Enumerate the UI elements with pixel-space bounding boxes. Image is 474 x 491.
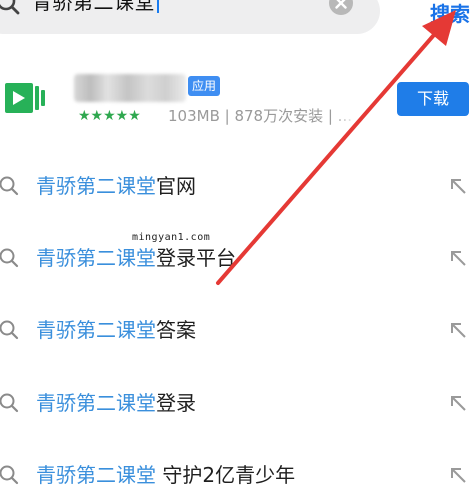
suggestion-query: 青骄第二课堂 [36,246,156,270]
suggestion-text: 青骄第二课堂登录平台 [36,244,236,272]
suggestion-completion: 登录平台 [156,246,236,270]
suggestion-completion: 登录 [156,391,196,415]
search-icon [0,393,19,413]
suggestion-item[interactable]: 青骄第二课堂 守护2亿青少年 [0,447,474,491]
search-icon [0,465,19,485]
app-type-badge: 应用 [188,76,220,96]
arrow-up-left-icon[interactable] [448,320,468,340]
text-caret [157,0,159,13]
suggestion-text: 青骄第二课堂答案 [36,316,196,344]
suggestion-text: 青骄第二课堂登录 [36,389,196,417]
suggestion-item[interactable]: 青骄第二课堂登录平台 [0,230,474,286]
suggestion-text: 青骄第二课堂官网 [36,172,196,200]
watermark-text: mingyan1.com [132,232,211,243]
search-icon [0,0,20,15]
suggestion-completion: 答案 [156,318,196,342]
arrow-up-left-icon[interactable] [448,465,468,485]
suggestion-query: 青骄第二课堂 [36,174,156,198]
search-submit-button[interactable]: 搜索 [430,0,470,30]
download-button[interactable]: 下载 [397,82,469,116]
search-icon [0,176,19,196]
app-video-icon [5,83,45,113]
clear-icon[interactable] [328,0,354,16]
suggestion-completion: 守护2亿青少年 [156,463,296,487]
suggestion-item[interactable]: 青骄第二课堂答案 [0,302,474,358]
suggestion-completion: 官网 [156,174,196,198]
meta-fade-overlay [330,104,370,128]
suggestion-query: 青骄第二课堂 [36,463,156,487]
arrow-up-left-icon[interactable] [448,248,468,268]
suggestion-item[interactable]: 青骄第二课堂官网 [0,158,474,214]
search-bar[interactable]: 青骄第二课堂 [0,0,380,34]
arrow-up-left-icon[interactable] [448,393,468,413]
suggestion-query: 青骄第二课堂 [36,318,156,342]
suggestion-query: 青骄第二课堂 [36,391,156,415]
search-icon [0,248,19,268]
app-meta-info: 103MB | 878万次安装 | ... [168,107,352,125]
suggestion-item[interactable]: 青骄第二课堂登录 [0,375,474,431]
search-query-text: 青骄第二课堂 [32,0,155,14]
suggestion-text: 青骄第二课堂 守护2亿青少年 [36,461,295,489]
arrow-up-left-icon[interactable] [448,176,468,196]
search-icon [0,320,19,340]
app-rating-stars: ★★★★★ [78,108,141,124]
search-input[interactable]: 青骄第二课堂 [32,0,159,15]
app-name-blurred [74,74,186,102]
